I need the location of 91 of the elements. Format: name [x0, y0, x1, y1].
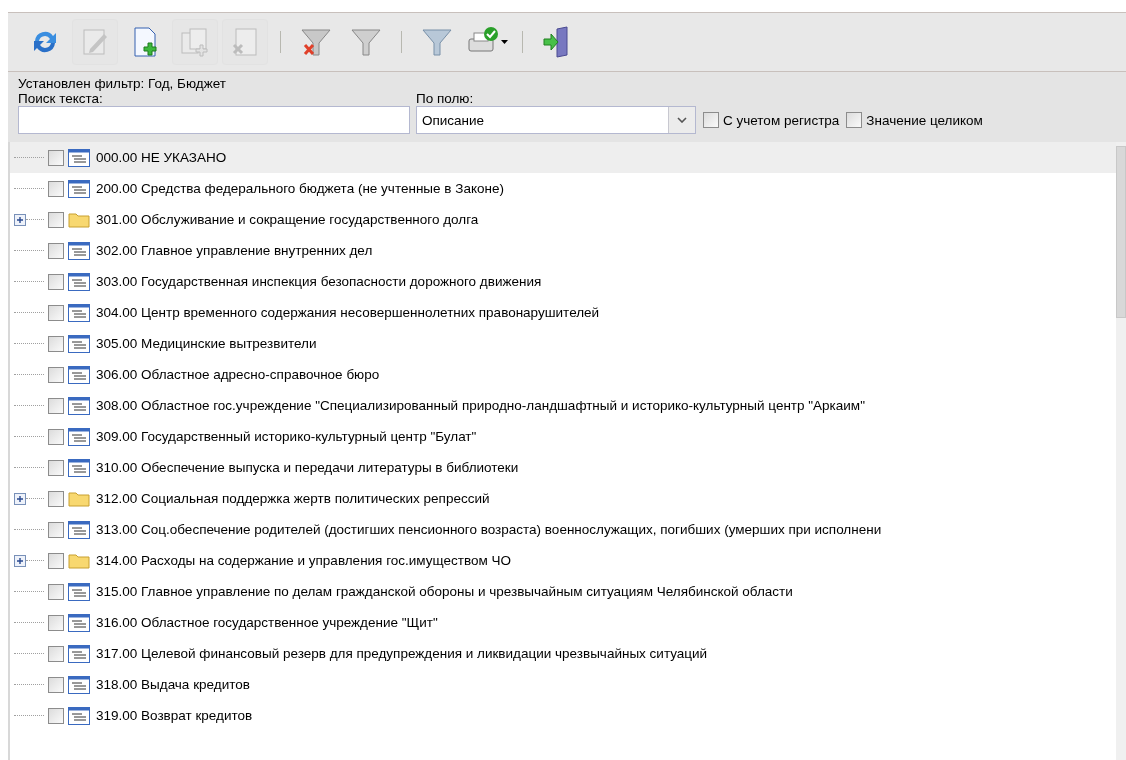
tree-row[interactable]: 306.00 Областное адресно-справочное бюро	[10, 359, 1116, 390]
list-document-icon	[68, 706, 90, 725]
caret-icon	[501, 40, 508, 44]
checkbox[interactable]	[48, 397, 64, 414]
tree-row[interactable]: 319.00 Возврат кредитов	[10, 700, 1116, 731]
tree-row[interactable]: 303.00 Государственная инспекция безопасности дорожного движения	[10, 266, 1116, 297]
tree-item-label: 314.00 Расходы на содержание и управления гос.имуществом ЧО	[95, 553, 511, 568]
checkbox[interactable]	[48, 459, 64, 476]
tree-item-label: 319.00 Возврат кредитов	[95, 708, 253, 723]
tree-row[interactable]: 304.00 Центр временного содержания несовершеннолетних правонарушителей	[10, 297, 1116, 328]
checkbox[interactable]	[48, 335, 64, 352]
expand-icon[interactable]	[14, 554, 26, 567]
tree-item-label: 301.00 Обслуживание и сокращение государственного долга	[95, 212, 479, 227]
checkbox[interactable]	[48, 304, 64, 321]
search-label: Поиск текста:	[18, 91, 104, 106]
list-document-icon	[68, 427, 90, 446]
checkbox[interactable]	[48, 707, 64, 724]
checkbox[interactable]	[48, 552, 64, 569]
tree-row[interactable]: 318.00 Выдача кредитов	[10, 669, 1116, 700]
list-document-icon	[68, 241, 90, 260]
tree-row[interactable]: 313.00 Соц.обеспечение родителей (достигших пенсионного возраста) военнослужащих, погибших (умерших при исполнени	[10, 514, 1116, 545]
list-document-icon	[68, 303, 90, 322]
checkbox[interactable]	[48, 614, 64, 631]
tree-item-label: 313.00 Соц.обеспечение родителей (достигших пенсионного возраста) военнослужащих, погибших (умерших при исполнени	[95, 522, 882, 537]
list-document-icon	[68, 675, 90, 694]
list-document-icon	[68, 179, 90, 198]
expand-icon[interactable]	[14, 213, 26, 226]
tree-item-label: 200.00 Средства федерального бюджета (не учтенные в Законе)	[95, 181, 504, 196]
list-document-icon	[68, 613, 90, 632]
list-document-icon	[68, 148, 90, 167]
checkbox[interactable]	[48, 676, 64, 693]
checkbox[interactable]	[703, 112, 719, 128]
search-field[interactable]	[18, 106, 410, 134]
tree-row[interactable]: 200.00 Средства федерального бюджета (не учтенные в Законе)	[10, 173, 1116, 204]
list-document-icon	[68, 582, 90, 601]
tree-row[interactable]: 312.00 Социальная поддержка жертв политических репрессий	[10, 483, 1116, 514]
tree-item-label: 303.00 Государственная инспекция безопасности дорожного движения	[95, 274, 542, 289]
tree-row[interactable]: 302.00 Главное управление внутренних дел	[10, 235, 1116, 266]
scrollbar[interactable]	[1116, 142, 1126, 760]
checkbox[interactable]	[48, 149, 64, 166]
list-document-icon	[68, 520, 90, 539]
list-document-icon	[68, 272, 90, 291]
tree-item-label: 305.00 Медицинские вытрезвители	[95, 336, 317, 351]
field-label: По полю:	[416, 91, 475, 106]
tree-row[interactable]: 315.00 Главное управление по делам гражданской обороны и чрезвычайным ситуациям Челябинской области	[10, 576, 1116, 607]
list-document-icon	[68, 458, 90, 477]
tree-row[interactable]: 316.00 Областное государственное учреждение "Щит"	[10, 607, 1116, 638]
checkbox[interactable]	[846, 112, 863, 128]
tree-item-label: 308.00 Областное гос.учреждение "Специализированный природно-ландшафтный и историко-культурный центр "Аркаим"	[95, 398, 865, 413]
folder-icon	[68, 552, 90, 569]
checkbox[interactable]	[48, 180, 64, 197]
checkbox[interactable]	[48, 645, 64, 662]
folder-icon	[68, 211, 90, 228]
tree-row[interactable]: 314.00 Расходы на содержание и управления гос.имуществом ЧО	[10, 545, 1116, 576]
list-document-icon	[68, 334, 90, 353]
checkbox[interactable]	[48, 428, 64, 445]
tree-row[interactable]: 301.00 Обслуживание и сокращение государственного долга	[10, 204, 1116, 235]
checkbox-label: С учетом регистра	[723, 112, 840, 128]
checkbox[interactable]	[48, 521, 64, 538]
tree-row[interactable]: 000.00 НЕ УКАЗАНО	[10, 142, 1116, 173]
tree-item-label: 318.00 Выдача кредитов	[95, 677, 250, 692]
tree-item-label: 000.00 НЕ УКАЗАНО	[95, 150, 227, 165]
expand-icon[interactable]	[14, 492, 26, 505]
field-dropdown[interactable]: Описание	[416, 106, 696, 134]
tree-item-label: 302.00 Главное управление внутренних дел	[95, 243, 373, 258]
checkbox[interactable]	[48, 211, 64, 228]
tree-row[interactable]: 305.00 Медицинские вытрезвители	[10, 328, 1116, 359]
checkbox[interactable]	[48, 242, 64, 259]
tree-item-label: 306.00 Областное адресно-справочное бюро	[95, 367, 380, 382]
list-document-icon	[68, 365, 90, 384]
checkbox[interactable]	[48, 366, 64, 383]
folder-icon	[68, 490, 90, 507]
chevron-down-icon	[677, 117, 687, 123]
list-document-icon	[68, 396, 90, 415]
tree-item-label: 304.00 Центр временного содержания несовершеннолетних правонарушителей	[95, 305, 600, 320]
checkbox-label: Значение целиком	[866, 112, 983, 128]
tree-item-label: 317.00 Целевой финансовый резерв для предупреждения и ликвидации чрезвычайных ситуаций	[95, 646, 708, 661]
tree-row[interactable]: 310.00 Обеспечение выпуска и передачи литературы в библиотеки	[10, 452, 1116, 483]
tree-row[interactable]: 308.00 Областное гос.учреждение "Специализированный природно-ландшафтный и историко-культурный центр "Аркаим"	[10, 390, 1116, 421]
checkbox[interactable]	[48, 490, 64, 507]
tree-item-label: 315.00 Главное управление по делам гражданской обороны и чрезвычайным ситуациям Челябинской области	[95, 584, 793, 599]
tree-item-label: 309.00 Государственный историко-культурный центр "Булат"	[95, 429, 477, 444]
tree-item-label: 316.00 Областное государственное учреждение "Щит"	[95, 615, 438, 630]
checkbox[interactable]	[48, 273, 64, 290]
filter-status: Установлен фильтр: Год, Бюджет	[18, 76, 227, 91]
tree-item-label: 310.00 Обеспечение выпуска и передачи литературы в библиотеки	[95, 460, 519, 475]
list-document-icon	[68, 644, 90, 663]
tree-row[interactable]: 317.00 Целевой финансовый резерв для предупреждения и ликвидации чрезвычайных ситуаций	[10, 638, 1116, 669]
tree-row[interactable]: 309.00 Государственный историко-культурный центр "Булат"	[10, 421, 1116, 452]
tree-item-label: 312.00 Социальная поддержка жертв политических репрессий	[95, 491, 490, 506]
checkbox[interactable]	[48, 583, 64, 600]
